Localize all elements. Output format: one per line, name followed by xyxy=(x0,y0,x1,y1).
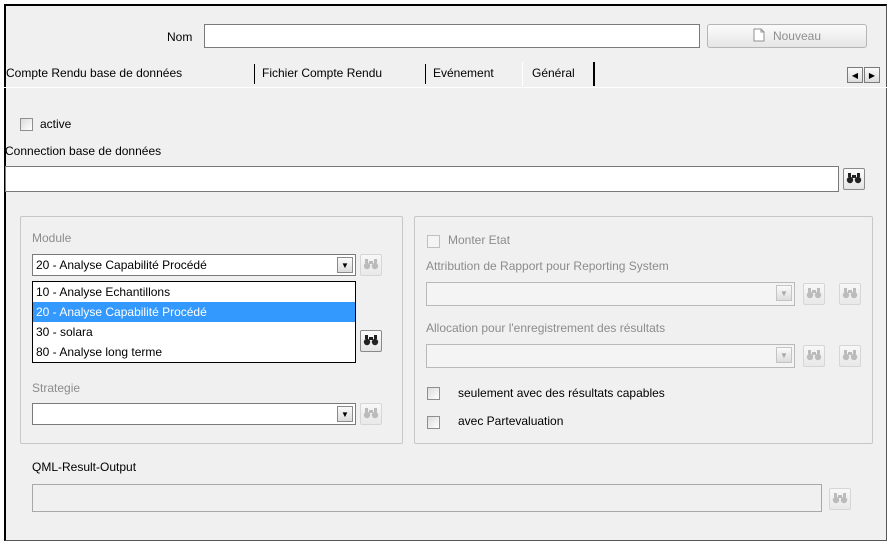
module-dropdown-list: 10 - Analyse Echantillons 20 - Analyse C… xyxy=(32,281,356,363)
qml-input[interactable] xyxy=(32,484,822,512)
capables-checkbox[interactable] xyxy=(427,387,440,400)
tab-scroll-right-icon[interactable]: ▶ xyxy=(864,67,880,83)
binoculars-icon xyxy=(363,258,379,273)
qml-label: QML-Result-Output xyxy=(32,460,137,474)
new-document-icon xyxy=(753,28,765,45)
module-option-selected[interactable]: 20 - Analyse Capabilité Procédé xyxy=(33,302,355,322)
chevron-down-icon[interactable]: ▼ xyxy=(776,285,792,301)
monter-etat-checkbox[interactable] xyxy=(427,235,440,248)
module-option[interactable]: 80 - Analyse long terme xyxy=(33,342,355,362)
module-selected-value: 20 - Analyse Capabilité Procédé xyxy=(36,258,207,272)
allocation-label: Allocation pour l'enregistrement des rés… xyxy=(426,321,666,335)
tab-scroll-left-icon[interactable]: ◀ xyxy=(847,67,863,83)
binoculars-icon xyxy=(842,287,858,302)
strategie-search-button[interactable] xyxy=(360,403,382,425)
attribution-select[interactable]: ▼ xyxy=(426,282,795,306)
binoculars-icon xyxy=(832,492,848,507)
strategie-label: Strategie xyxy=(32,381,81,395)
connection-input[interactable] xyxy=(5,166,839,192)
tab-general[interactable]: Général xyxy=(530,62,577,84)
partevaluation-checkbox[interactable] xyxy=(427,416,440,429)
attribution-search-button-2[interactable] xyxy=(839,283,861,305)
chevron-down-icon[interactable]: ▼ xyxy=(337,406,353,422)
qml-search-button[interactable] xyxy=(829,488,851,510)
binoculars-icon xyxy=(806,349,822,364)
connection-label: Connection base de données xyxy=(5,144,162,158)
new-button-label: Nouveau xyxy=(772,29,822,43)
chevron-down-icon[interactable]: ▼ xyxy=(776,347,792,363)
partevaluation-label: avec Partevaluation xyxy=(458,414,564,428)
allocation-search-button-2[interactable] xyxy=(839,345,861,367)
active-label: active xyxy=(40,117,72,131)
attribution-label: Attribution de Rapport pour Reporting Sy… xyxy=(426,259,669,273)
tab-compte-rendu-bdd[interactable]: Compte Rendu base de données xyxy=(4,62,184,84)
tab-separator xyxy=(425,64,426,84)
binoculars-icon xyxy=(846,172,862,187)
module-option[interactable]: 30 - solara xyxy=(33,322,355,342)
tab-fichier-compte-rendu[interactable]: Fichier Compte Rendu xyxy=(260,62,384,84)
tab-panel-line xyxy=(4,87,887,88)
new-button[interactable]: Nouveau xyxy=(707,24,867,48)
module-label: Module xyxy=(32,231,72,245)
chevron-down-icon[interactable]: ▼ xyxy=(337,257,353,273)
capables-label: seulement avec des résultats capables xyxy=(458,386,665,400)
name-input[interactable] xyxy=(204,24,700,48)
monter-etat-label: Monter Etat xyxy=(448,233,511,247)
module-option[interactable]: 10 - Analyse Echantillons xyxy=(33,282,355,302)
binoculars-icon xyxy=(363,334,379,349)
module-select[interactable]: 20 - Analyse Capabilité Procédé ▼ xyxy=(32,254,356,276)
tab-evenement[interactable]: Evénement xyxy=(431,62,496,84)
active-checkbox[interactable] xyxy=(20,118,33,131)
strategie-select[interactable]: ▼ xyxy=(32,403,356,425)
binoculars-icon xyxy=(806,287,822,302)
attribution-search-button[interactable] xyxy=(803,283,825,305)
name-label: Nom xyxy=(167,30,193,44)
connection-search-button[interactable] xyxy=(843,168,865,190)
hidden-search-button[interactable] xyxy=(360,330,382,352)
tab-separator xyxy=(254,64,255,84)
binoculars-icon xyxy=(363,407,379,422)
allocation-search-button[interactable] xyxy=(803,345,825,367)
binoculars-icon xyxy=(842,349,858,364)
module-search-button[interactable] xyxy=(360,254,382,276)
allocation-select[interactable]: ▼ xyxy=(426,344,795,368)
